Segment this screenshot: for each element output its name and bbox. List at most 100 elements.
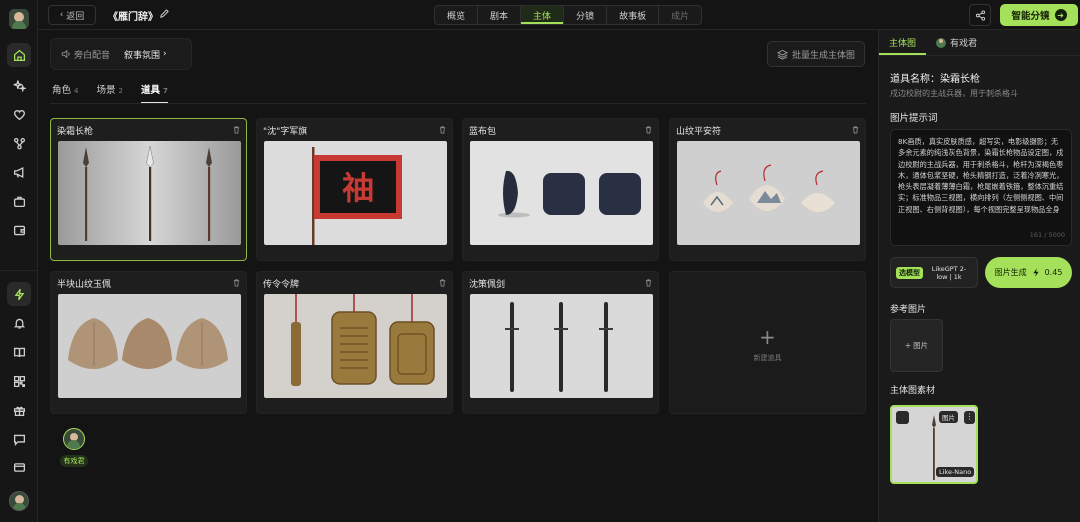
tab-subjects[interactable]: 主体 (521, 6, 565, 24)
prompt-textarea[interactable]: 8K画质，真实皮肤质感，超写实，电影级摄影；无多余元素的纯浅灰色背景，染霜长枪物… (890, 129, 1072, 246)
prompt-char-count: 161 / 5000 (1029, 230, 1065, 239)
subtab-label: 场景 (96, 85, 116, 96)
tab-subject-image[interactable]: 主体图 (879, 30, 926, 55)
lightning-icon (1032, 268, 1039, 277)
trash-icon[interactable] (438, 125, 447, 134)
prop-card[interactable]: 传令令牌 (256, 271, 453, 414)
subtab-props[interactable]: 道具 7 (140, 82, 168, 104)
prop-image (58, 294, 241, 398)
trash-icon[interactable] (644, 278, 653, 287)
megaphone-icon[interactable] (7, 160, 31, 184)
subtab-characters[interactable]: 角色 4 (52, 82, 78, 104)
ambience-label: 叙事氛围 (124, 50, 161, 61)
prop-image (470, 141, 653, 245)
lightning-icon[interactable] (7, 282, 31, 306)
heart-icon[interactable] (7, 102, 31, 126)
home-icon[interactable] (7, 43, 31, 67)
tab-shots[interactable]: 分镜 (564, 6, 608, 24)
wallet-icon[interactable] (7, 218, 31, 242)
model-selector[interactable]: 选模型 LikeGPT 2-low | 1k (890, 257, 978, 288)
pencil-icon[interactable] (159, 8, 170, 19)
character-chip[interactable]: 有戏君 (60, 428, 88, 467)
prop-card-title: 传令令牌 (263, 280, 300, 290)
tab-character[interactable]: 有戏君 (926, 30, 987, 55)
character-name: 有戏君 (60, 455, 88, 467)
prop-card-title: 染霜长枪 (57, 127, 94, 137)
card-icon[interactable] (7, 455, 31, 479)
qrcode-icon[interactable] (7, 369, 31, 393)
expand-icon[interactable] (896, 411, 909, 424)
prop-image (470, 294, 653, 398)
trash-icon[interactable] (232, 278, 241, 287)
panel-tabs: 主体图 有戏君 (879, 30, 1080, 56)
prop-card[interactable]: "沈"字军旗 䄂 (256, 118, 453, 261)
prop-card-title: 沈策佩剑 (469, 280, 506, 290)
back-label: 返回 (66, 11, 85, 22)
prompt-text: 8K画质，真实皮肤质感，超写实，电影级摄影；无多余元素的纯浅灰色背景，染霜长枪物… (898, 137, 1064, 214)
chat-icon[interactable] (7, 427, 31, 451)
trash-icon[interactable] (644, 125, 653, 134)
narration-button[interactable]: 旁白配音 (51, 48, 110, 61)
trash-icon[interactable] (438, 278, 447, 287)
prop-name: 道具名称：染霜长枪 (890, 74, 980, 85)
ambience-button[interactable]: 叙事氛围 › (110, 48, 167, 61)
user-avatar[interactable] (9, 491, 29, 511)
smart-storyboard-button[interactable]: 智能分镜 ➜ (1000, 4, 1078, 26)
tab-final-video[interactable]: 成片 (659, 6, 701, 24)
prop-card[interactable]: 山纹平安符 (669, 118, 866, 261)
app-logo[interactable] (9, 9, 29, 29)
narration-label: 旁白配音 (74, 50, 111, 61)
generate-image-button[interactable]: 图片生成 0.45 (985, 257, 1072, 288)
generate-cost: 0.45 (1044, 268, 1063, 277)
main-nav-tabs: 概览 剧本 主体 分镜 故事板 成片 (434, 5, 703, 25)
prop-card[interactable]: 蓝布包 (462, 118, 659, 261)
book-icon[interactable] (7, 340, 31, 364)
trash-icon[interactable] (232, 125, 241, 134)
prop-card[interactable]: 染霜长枪 (50, 118, 247, 261)
asset-model-label: Like-Nano (936, 467, 975, 477)
arrow-right-icon: ➜ (1054, 9, 1067, 21)
tab-storyboard[interactable]: 故事板 (607, 6, 660, 24)
model-tag: 选模型 (896, 266, 923, 279)
left-rail (0, 0, 38, 522)
add-reference-button[interactable]: + 图片 (890, 319, 943, 372)
prop-card-title: 山纹平安符 (676, 127, 722, 137)
main-area: 旁白配音 叙事氛围 › 批量生成主体图 角色4 场景2 道具7 染霜长枪 (38, 30, 878, 522)
prop-image (58, 141, 241, 245)
prop-card-title: 半块山纹玉佩 (57, 280, 112, 290)
subtab-scenes[interactable]: 场景 2 (96, 82, 122, 104)
bell-icon[interactable] (7, 311, 31, 335)
sparkle-icon[interactable] (7, 73, 31, 97)
back-button[interactable]: ‹ 返回 (48, 5, 96, 25)
top-bar: ‹ 返回 《雁门辞》 概览 剧本 主体 分镜 故事板 成片 智能分镜 ➜ (38, 0, 1080, 30)
prop-card[interactable]: 沈策佩剑 (462, 271, 659, 414)
prop-image (677, 141, 860, 245)
asset-thumbnail[interactable]: 图片 ⋮ Like-Nano (890, 405, 978, 484)
trash-icon[interactable] (851, 125, 860, 134)
asset-type-tag: 图片 (939, 411, 958, 423)
prop-image: 䄂 (264, 141, 447, 245)
flag-character: 䄂 (342, 169, 374, 207)
batch-generate-button[interactable]: 批量生成主体图 (767, 41, 865, 67)
new-prop-label: 新建道具 (753, 354, 782, 362)
briefcase-icon[interactable] (7, 189, 31, 213)
tab-overview[interactable]: 概览 (435, 6, 479, 24)
subtab-label: 角色 (52, 85, 72, 96)
plus-icon: + (759, 325, 776, 349)
share-icon (975, 9, 985, 21)
tab-script[interactable]: 剧本 (478, 6, 522, 24)
character-avatar (63, 428, 85, 450)
document-title: 《雁门辞》 (108, 12, 158, 23)
more-icon[interactable]: ⋮ (964, 411, 975, 424)
chevron-left-icon: ‹ (59, 10, 64, 20)
generate-label: 图片生成 (994, 268, 1027, 277)
tab-character-label: 有戏君 (950, 39, 978, 49)
voice-bar: 旁白配音 叙事氛围 › (50, 38, 192, 70)
prop-card-title: "沈"字军旗 (263, 127, 308, 137)
subtab-count: 4 (74, 87, 79, 95)
branch-icon[interactable] (7, 131, 31, 155)
prop-card[interactable]: 半块山纹玉佩 (50, 271, 247, 414)
share-button[interactable] (969, 4, 991, 26)
gift-icon[interactable] (7, 398, 31, 422)
new-prop-card[interactable]: + 新建道具 (669, 271, 866, 414)
